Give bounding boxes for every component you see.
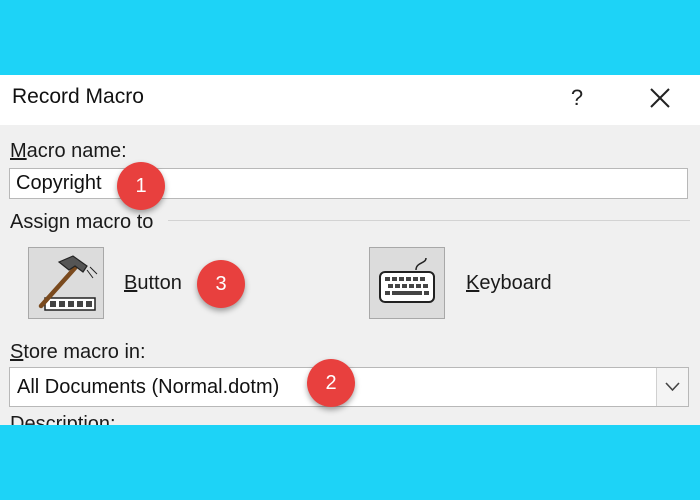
help-button[interactable]: ? (560, 79, 594, 117)
keyboard-option-label: Keyboard (466, 272, 552, 294)
assign-macro-label: Assign macro to (10, 211, 154, 233)
close-icon (650, 88, 670, 108)
keyboard-icon (379, 257, 435, 303)
section-divider (168, 220, 690, 221)
close-button[interactable] (640, 81, 680, 117)
hammer-toolbar-icon (38, 255, 98, 311)
button-option-label: Button (124, 272, 182, 294)
assign-button-button[interactable] (28, 247, 104, 319)
macro-name-label: Macro name: (10, 140, 127, 162)
title-bar: Record Macro ? (0, 75, 700, 125)
assign-keyboard-button[interactable] (369, 247, 445, 319)
store-macro-label: Store macro in: (10, 341, 146, 363)
callout-badge-1: 1 (117, 162, 165, 210)
macro-name-input[interactable]: Copyright (9, 168, 688, 199)
chevron-down-icon (665, 382, 680, 392)
description-label: Description: (10, 413, 116, 425)
dialog-title: Record Macro (12, 85, 144, 108)
macro-name-value: Copyright (16, 172, 102, 194)
store-macro-value: All Documents (Normal.dotm) (17, 376, 280, 398)
callout-badge-3: 3 (197, 260, 245, 308)
callout-badge-2: 2 (307, 359, 355, 407)
dropdown-arrow[interactable] (656, 368, 688, 406)
